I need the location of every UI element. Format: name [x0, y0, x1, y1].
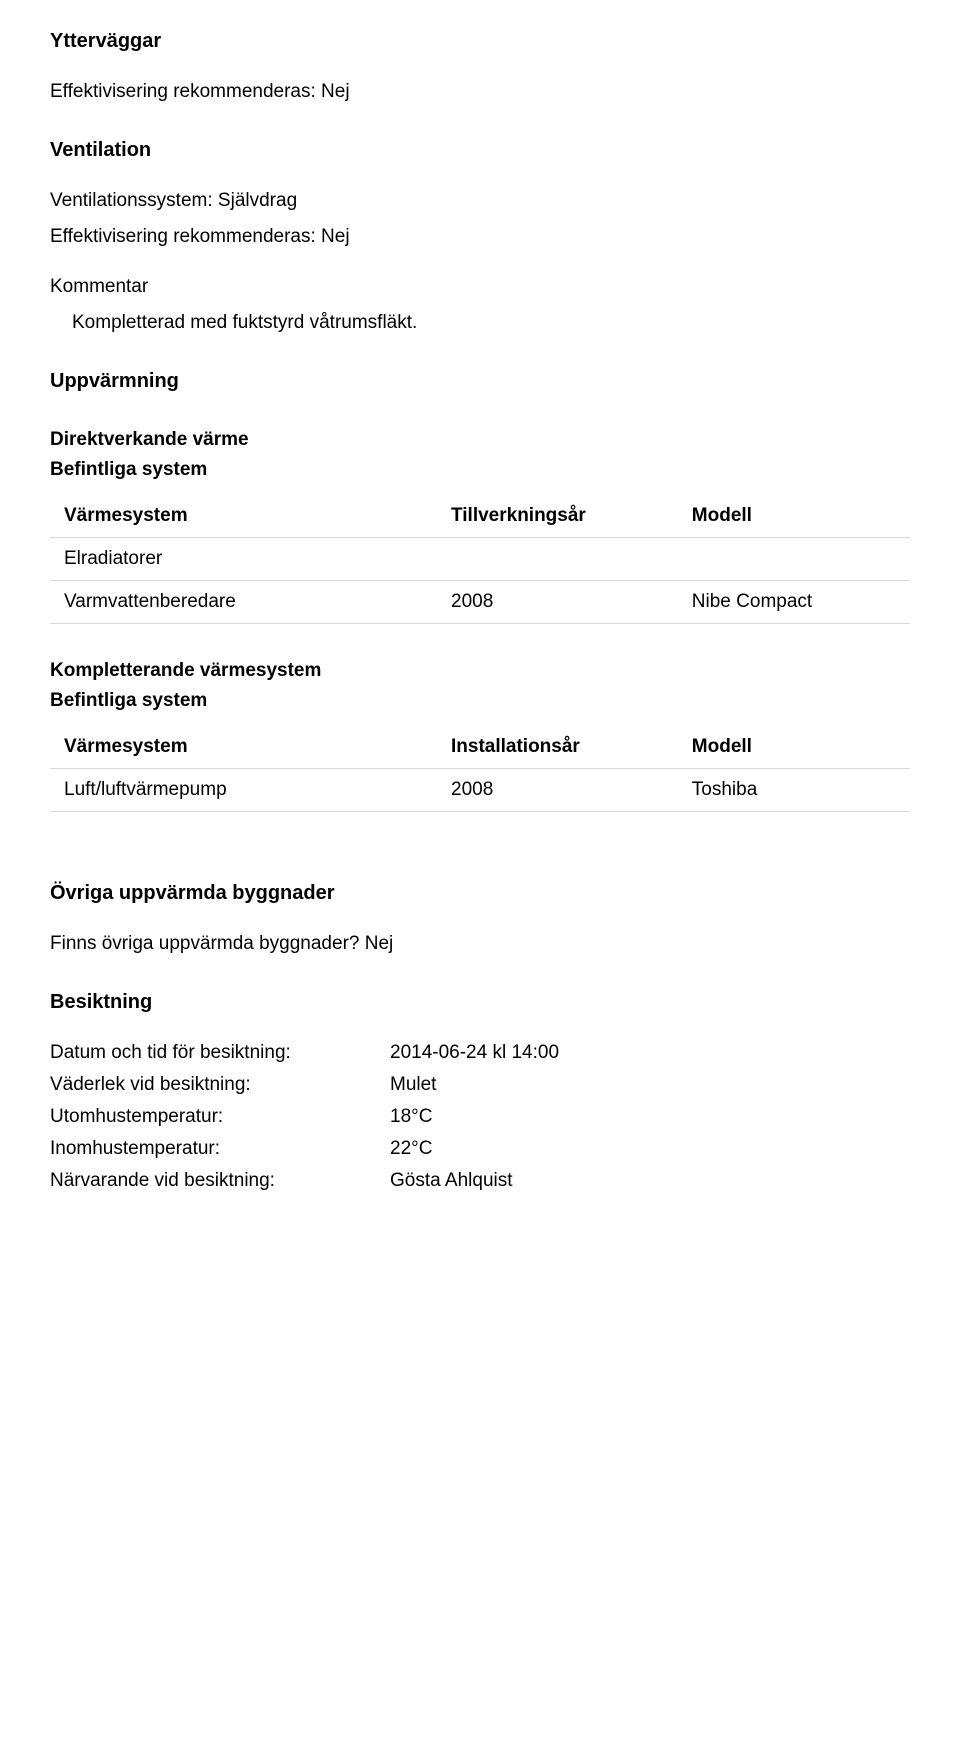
kv-label: Närvarande vid besiktning:: [50, 1170, 390, 1192]
kv-value: 18°C: [390, 1106, 910, 1128]
kommentar-label: Kommentar: [50, 276, 910, 298]
ventilation-system-line: Ventilationssystem: Självdrag: [50, 190, 910, 212]
befintliga-system-label-2: Befintliga system: [50, 690, 910, 712]
befintliga-system-label-1: Befintliga system: [50, 459, 910, 481]
section-title-uppvarmning: Uppvärmning: [50, 370, 910, 393]
label-ventsystem: Ventilationssystem:: [50, 190, 213, 211]
kv-label: Inomhustemperatur:: [50, 1138, 390, 1160]
sub-title-kompletterande: Kompletterande värmesystem: [50, 660, 910, 682]
cell-tillverkningsar: 2008: [437, 581, 678, 624]
kommentar-text: Kompletterad med fuktstyrd våtrumsfläkt.: [72, 312, 910, 334]
document-page: Ytterväggar Effektivisering rekommendera…: [0, 0, 960, 1262]
kv-value: 22°C: [390, 1138, 910, 1160]
cell-varmesystem: Varmvattenberedare: [50, 581, 437, 624]
section-title-ventilation: Ventilation: [50, 139, 910, 162]
kv-row: Närvarande vid besiktning: Gösta Ahlquis…: [50, 1170, 910, 1192]
value-vent-effektivisering: Nej: [321, 226, 350, 247]
section-title-yttervaggar: Ytterväggar: [50, 30, 910, 53]
table-row: Varmvattenberedare 2008 Nibe Compact: [50, 581, 910, 624]
table-row: Elradiatorer: [50, 538, 910, 581]
ovriga-question-line: Finns övriga uppvärmda byggnader? Nej: [50, 933, 910, 955]
cell-installationsar: 2008: [437, 769, 678, 812]
table-kompletterande: Värmesystem Installationsår Modell Luft/…: [50, 726, 910, 812]
kv-value: Mulet: [390, 1074, 910, 1096]
kv-value: Gösta Ahlquist: [390, 1170, 910, 1192]
cell-varmesystem: Elradiatorer: [50, 538, 437, 581]
ventilation-effektivisering-line: Effektivisering rekommenderas: Nej: [50, 226, 910, 248]
col-modell: Modell: [678, 726, 910, 769]
besiktning-kv-list: Datum och tid för besiktning: 2014-06-24…: [50, 1042, 910, 1192]
cell-varmesystem: Luft/luftvärmepump: [50, 769, 437, 812]
label-effektivisering: Effektivisering rekommenderas:: [50, 81, 316, 102]
table-header-row: Värmesystem Tillverkningsår Modell: [50, 495, 910, 538]
value-ovriga-question: Nej: [365, 933, 394, 954]
col-tillverkningsar: Tillverkningsår: [437, 495, 678, 538]
kv-label: Väderlek vid besiktning:: [50, 1074, 390, 1096]
value-effektivisering: Nej: [321, 81, 350, 102]
section-title-besiktning: Besiktning: [50, 991, 910, 1014]
table-header-row: Värmesystem Installationsår Modell: [50, 726, 910, 769]
value-ventsystem: Självdrag: [218, 190, 297, 211]
kv-row: Inomhustemperatur: 22°C: [50, 1138, 910, 1160]
sub-title-direktverkande: Direktverkande värme: [50, 429, 910, 451]
kv-value: 2014-06-24 kl 14:00: [390, 1042, 910, 1064]
table-direktverkande: Värmesystem Tillverkningsår Modell Elrad…: [50, 495, 910, 624]
kv-row: Väderlek vid besiktning: Mulet: [50, 1074, 910, 1096]
col-modell: Modell: [678, 495, 910, 538]
yttervaggar-effektivisering-line: Effektivisering rekommenderas: Nej: [50, 81, 910, 103]
cell-modell: Toshiba: [678, 769, 910, 812]
kv-label: Utomhustemperatur:: [50, 1106, 390, 1128]
label-vent-effektivisering: Effektivisering rekommenderas:: [50, 226, 316, 247]
cell-modell: Nibe Compact: [678, 581, 910, 624]
cell-modell: [678, 538, 910, 581]
section-title-ovriga: Övriga uppvärmda byggnader: [50, 882, 910, 905]
col-varmesystem: Värmesystem: [50, 495, 437, 538]
col-varmesystem: Värmesystem: [50, 726, 437, 769]
kv-label: Datum och tid för besiktning:: [50, 1042, 390, 1064]
kv-row: Utomhustemperatur: 18°C: [50, 1106, 910, 1128]
col-installationsar: Installationsår: [437, 726, 678, 769]
table-row: Luft/luftvärmepump 2008 Toshiba: [50, 769, 910, 812]
cell-tillverkningsar: [437, 538, 678, 581]
label-ovriga-question: Finns övriga uppvärmda byggnader?: [50, 933, 359, 954]
kv-row: Datum och tid för besiktning: 2014-06-24…: [50, 1042, 910, 1064]
